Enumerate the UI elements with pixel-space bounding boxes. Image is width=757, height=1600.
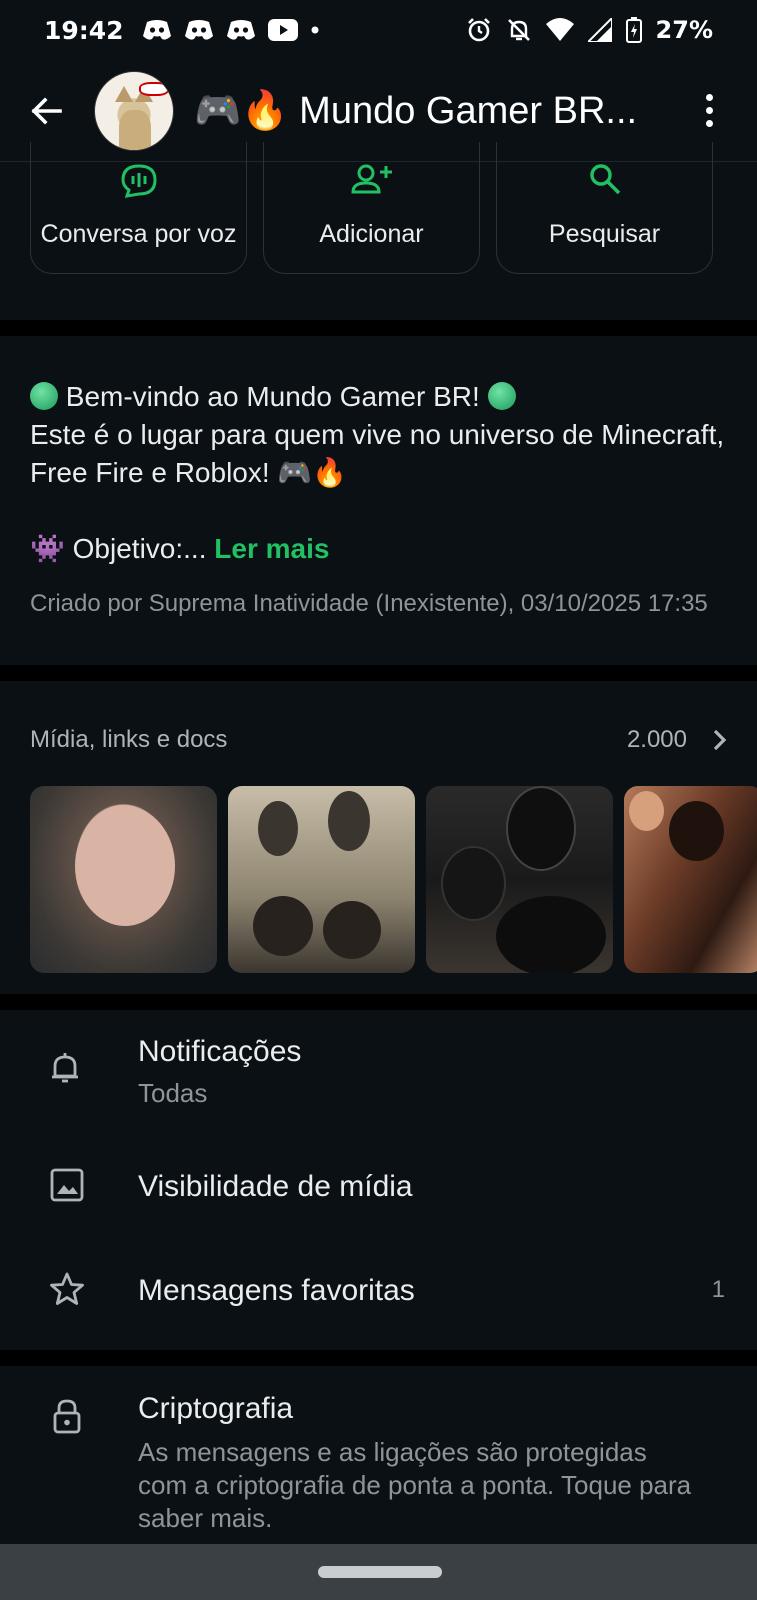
green-circle-icon — [487, 382, 516, 410]
section-divider — [0, 320, 757, 336]
starred-messages-count: 1 — [711, 1276, 725, 1303]
objective-line: 👾 Objetivo:... Ler mais — [30, 530, 727, 568]
star-icon — [50, 1272, 84, 1311]
group-description[interactable]: Bem-vindo ao Mundo Gamer BR! Este é o lu… — [0, 340, 757, 678]
youtube-icon — [267, 19, 298, 41]
green-circle-icon — [30, 382, 58, 410]
status-bar: 19:42 27% — [0, 0, 757, 60]
dot-icon — [705, 107, 713, 114]
media-visibility-title: Visibilidade de mídia — [138, 1170, 413, 1203]
notifications-off-icon — [506, 17, 532, 43]
objective-text: Objetivo:... — [72, 533, 207, 564]
dot-icon — [705, 94, 713, 101]
voice-chat-label: Conversa por voz — [40, 220, 237, 248]
search-icon — [588, 164, 622, 203]
group-title[interactable]: 🎮🔥 Mundo Gamer BR... — [194, 89, 664, 133]
voice-chat-button[interactable]: Conversa por voz — [30, 142, 247, 274]
add-label: Adicionar — [319, 220, 424, 248]
battery-charging-icon — [625, 17, 642, 43]
notifications-row[interactable]: Notificações Todas — [0, 1010, 757, 1132]
back-button[interactable] — [16, 81, 76, 141]
dot-icon — [705, 120, 713, 127]
media-count: 2.000 — [626, 726, 687, 753]
lock-icon — [52, 1398, 82, 1439]
media-thumbnail[interactable] — [426, 786, 613, 973]
media-thumbnail[interactable] — [228, 786, 415, 973]
settings-list: Notificações Todas Visibilidade de mídia… — [0, 1010, 757, 1350]
starred-messages-title: Mensagens favoritas — [138, 1274, 415, 1307]
discord-icon — [226, 18, 256, 42]
encryption-title: Criptografia — [138, 1392, 294, 1425]
more-options-button[interactable] — [697, 86, 721, 136]
chevron-right-icon — [713, 729, 727, 751]
discord-icon — [184, 18, 214, 42]
bell-icon — [50, 1052, 80, 1089]
image-icon — [50, 1168, 84, 1207]
alarm-icon — [466, 17, 492, 43]
encryption-subtitle: As mensagens e as ligações são protegida… — [138, 1437, 692, 1533]
add-member-button[interactable]: Adicionar — [263, 142, 480, 274]
status-time: 19:42 — [44, 15, 124, 45]
signal-icon — [587, 18, 612, 42]
media-thumbnail[interactable] — [624, 786, 757, 973]
discord-icon — [142, 18, 172, 42]
system-navigation-bar — [0, 1544, 757, 1600]
media-thumbnails — [30, 786, 757, 973]
action-cards: Conversa por voz Adicionar Pesquisar — [0, 142, 757, 324]
alien-monster-icon: 👾 — [30, 533, 65, 564]
media-section: Mídia, links e docs 2.000 — [0, 696, 757, 994]
battery-level: 27% — [655, 16, 713, 44]
media-thumbnail[interactable] — [30, 786, 217, 973]
search-label: Pesquisar — [548, 220, 661, 248]
encryption-row[interactable]: Criptografia As mensagens e as ligações … — [0, 1368, 757, 1544]
voice-chat-icon — [119, 164, 159, 203]
add-person-icon — [350, 164, 394, 201]
created-by-text: Criado por Suprema Inatividade (Inexiste… — [30, 590, 708, 617]
notifications-title: Notificações — [138, 1035, 302, 1068]
search-button[interactable]: Pesquisar — [496, 142, 713, 274]
description-text: Bem-vindo ao Mundo Gamer BR! Este é o lu… — [30, 378, 727, 492]
notifications-subtitle: Todas — [138, 1078, 208, 1108]
media-visibility-row[interactable]: Visibilidade de mídia — [0, 1132, 757, 1238]
description-line2: Este é o lugar para quem vive no univers… — [30, 419, 725, 488]
description-line1: Bem-vindo ao Mundo Gamer BR! — [65, 381, 480, 412]
dot-icon — [310, 25, 320, 35]
home-gesture-handle[interactable] — [318, 1566, 442, 1578]
group-avatar[interactable] — [94, 70, 174, 151]
media-title: Mídia, links e docs — [30, 726, 228, 753]
starred-messages-row[interactable]: Mensagens favoritas 1 — [0, 1238, 757, 1338]
section-divider — [0, 665, 757, 681]
media-header[interactable]: Mídia, links e docs 2.000 — [30, 726, 727, 754]
section-divider — [0, 1350, 757, 1366]
arrow-back-icon — [31, 96, 62, 125]
section-divider — [0, 994, 757, 1010]
wifi-icon — [545, 18, 574, 42]
read-more-link[interactable]: Ler mais — [214, 533, 329, 564]
